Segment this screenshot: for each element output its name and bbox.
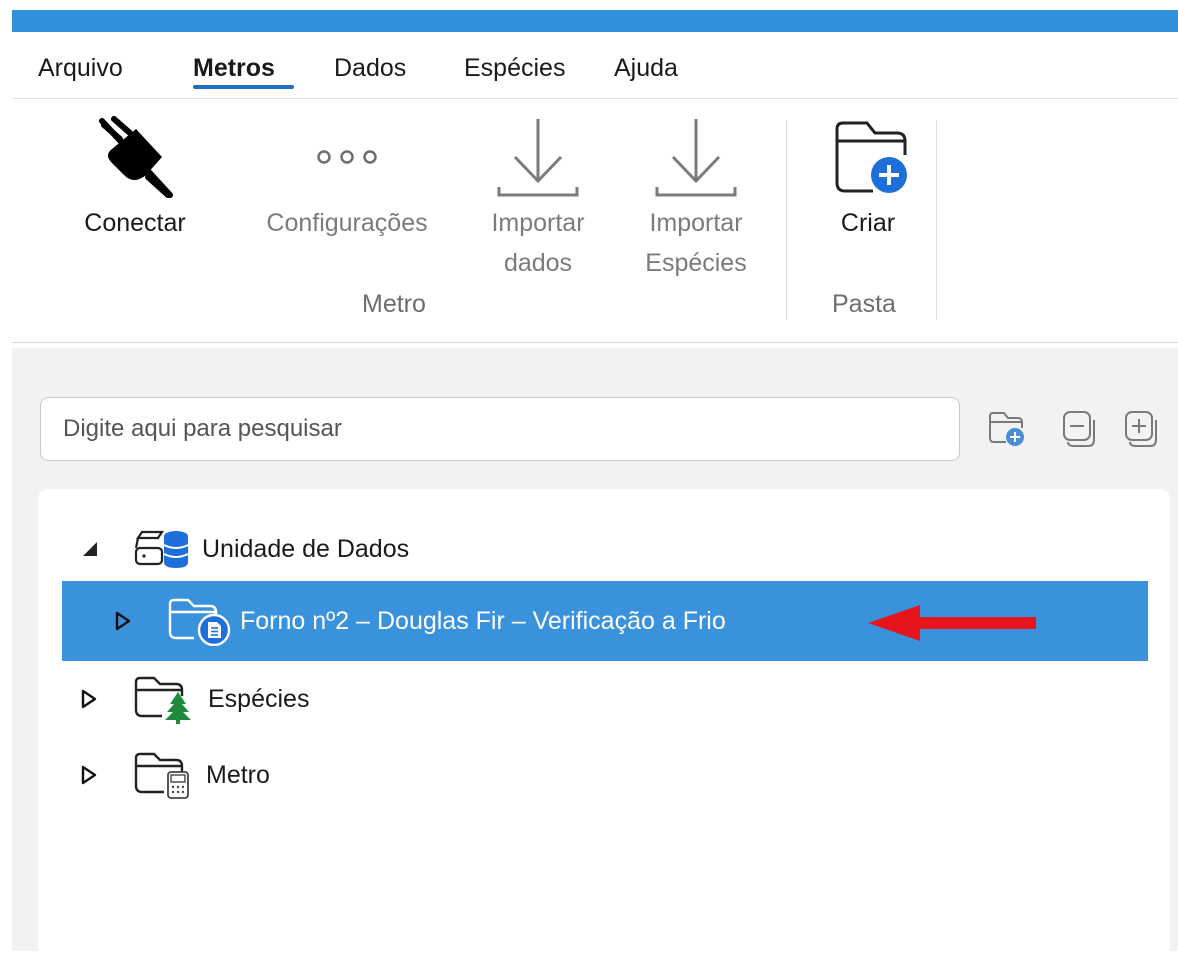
import-species-label-line2: Espécies	[645, 249, 747, 277]
group-label-pasta: Pasta	[832, 290, 896, 318]
folder-tree-icon	[134, 676, 191, 724]
database-drive-icon	[134, 530, 189, 568]
expanded-triangle-icon[interactable]	[80, 539, 100, 559]
tree-root-data-unit[interactable]: Unidade de Dados	[80, 526, 409, 572]
connect-label: Conectar	[84, 209, 186, 237]
ribbon-divider	[12, 342, 1178, 343]
import-data-label-line2: dados	[503, 249, 573, 277]
search-input[interactable]	[40, 397, 960, 461]
tree-item-forno[interactable]: Forno nº2 – Douglas Fir – Verificação a …	[114, 598, 726, 646]
ribbon-group-separator	[936, 120, 937, 320]
annotation-arrow-icon	[868, 605, 1036, 641]
tree-root-label: Unidade de Dados	[202, 534, 410, 563]
download-icon	[497, 119, 579, 197]
folder-meter-icon	[134, 752, 189, 799]
import-species-label-line1: Importar	[649, 209, 743, 237]
tree-item-especies-label: Espécies	[208, 684, 310, 713]
menu-metros[interactable]: Metros	[193, 54, 275, 83]
tree-item-metro-label: Metro	[206, 760, 270, 789]
download-icon	[655, 119, 737, 197]
collapsed-triangle-icon[interactable]	[80, 764, 98, 786]
folder-add-icon	[835, 121, 907, 193]
folder-document-icon	[168, 598, 231, 646]
menu-especies[interactable]: Espécies	[464, 54, 565, 83]
settings-label: Configurações	[266, 209, 428, 237]
active-tab-indicator	[193, 85, 294, 89]
menu-ajuda[interactable]: Ajuda	[614, 54, 678, 83]
collapse-all-icon[interactable]	[1056, 408, 1100, 448]
tree-item-forno-label: Forno nº2 – Douglas Fir – Verificação a …	[240, 606, 726, 635]
menu-arquivo[interactable]: Arquivo	[38, 54, 123, 83]
group-label-metro: Metro	[362, 290, 426, 318]
create-label: Criar	[840, 209, 896, 237]
collapsed-triangle-icon[interactable]	[114, 610, 132, 632]
tree-item-especies[interactable]: Espécies	[80, 676, 310, 724]
import-data-label-line1: Importar	[491, 209, 585, 237]
import-data-button[interactable]: Importar dados	[470, 115, 606, 283]
collapsed-triangle-icon[interactable]	[80, 688, 98, 710]
ribbon-group-separator	[786, 120, 787, 320]
expand-all-icon[interactable]	[1118, 408, 1162, 448]
settings-button[interactable]: Configurações	[244, 115, 450, 243]
new-folder-icon[interactable]	[986, 408, 1030, 448]
plug-disconnect-icon	[99, 116, 173, 198]
menu-dados[interactable]: Dados	[334, 54, 406, 83]
menu-bar: Arquivo Metros Dados Espécies Ajuda	[12, 46, 1178, 99]
tree-item-metro[interactable]: Metro	[80, 752, 270, 799]
import-species-button[interactable]: Importar Espécies	[626, 115, 766, 283]
create-folder-button[interactable]: Criar	[806, 115, 930, 243]
more-dots-icon	[317, 150, 377, 164]
connect-button[interactable]: Conectar	[60, 115, 210, 243]
title-bar	[12, 10, 1178, 32]
